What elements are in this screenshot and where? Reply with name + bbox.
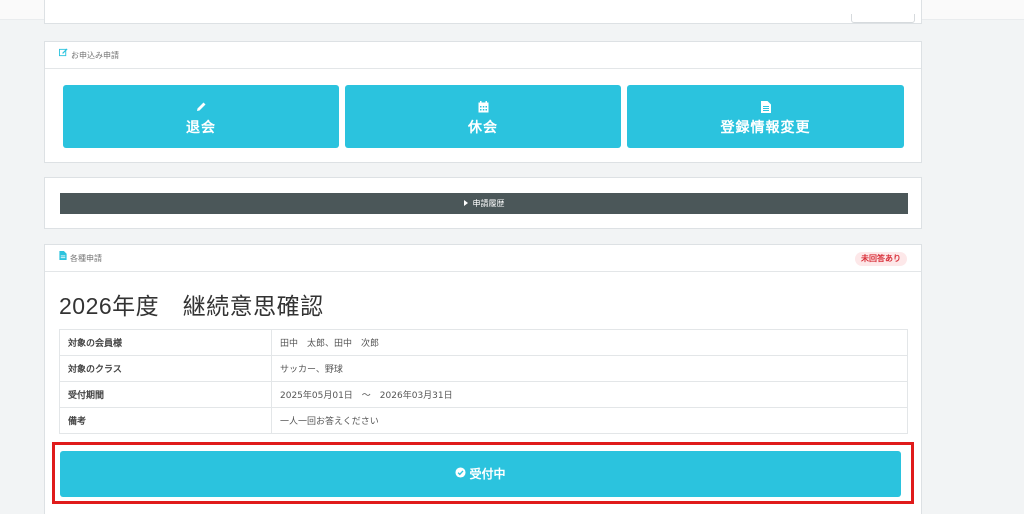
document-icon [760, 100, 771, 113]
withdraw-button[interactable]: 退会 [63, 85, 339, 148]
requests-panel: 各種申請 未回答あり 2026年度 継続意思確認 対象の会員様 田中 太郎、田中… [44, 244, 922, 514]
previous-panel-button[interactable] [851, 14, 915, 23]
pencil-icon [195, 100, 207, 112]
row-value: 2025年05月01日 〜 2026年03月31日 [271, 381, 908, 408]
history-bar-label: 申請履歴 [472, 199, 505, 208]
row-value: 田中 太郎、田中 次郎 [271, 329, 908, 356]
row-key: 備考 [59, 407, 272, 434]
row-key: 対象の会員様 [59, 329, 272, 356]
apply-panel: お申込み申請 退会 休会 登録情報変更 [44, 41, 922, 163]
row-key: 受付期間 [59, 381, 272, 408]
accepting-button[interactable]: 受付中 [60, 451, 901, 497]
caret-right-icon [463, 200, 468, 206]
table-row: 受付期間 2025年05月01日 〜 2026年03月31日 [59, 381, 908, 408]
check-circle-icon [455, 451, 467, 497]
suspend-button-label: 休会 [468, 119, 498, 135]
change-registration-button[interactable]: 登録情報変更 [627, 85, 904, 148]
history-panel: 申請履歴 [44, 177, 922, 229]
accepting-button-label: 受付中 [469, 467, 506, 481]
requests-panel-header: 各種申請 未回答あり [45, 245, 921, 272]
unanswered-badge: 未回答あり [855, 252, 907, 266]
withdraw-button-label: 退会 [186, 119, 216, 135]
edit-icon [59, 41, 68, 68]
apply-panel-header: お申込み申請 [45, 42, 921, 69]
previous-panel [44, 0, 922, 24]
file-icon [59, 244, 67, 271]
row-value: 一人一回お答えください [271, 407, 908, 434]
request-info-table: 対象の会員様 田中 太郎、田中 次郎 対象のクラス サッカー、野球 受付期間 2… [59, 329, 908, 434]
row-value: サッカー、野球 [271, 355, 908, 382]
calendar-icon [478, 100, 489, 113]
history-toggle-bar[interactable]: 申請履歴 [60, 193, 908, 214]
change-registration-button-label: 登録情報変更 [720, 119, 811, 135]
table-row: 対象の会員様 田中 太郎、田中 次郎 [59, 329, 908, 356]
row-key: 対象のクラス [59, 355, 272, 382]
suspend-button[interactable]: 休会 [345, 85, 621, 148]
requests-panel-title: 各種申請 [70, 254, 102, 263]
apply-panel-title: お申込み申請 [71, 51, 119, 60]
table-row: 対象のクラス サッカー、野球 [59, 355, 908, 382]
table-row: 備考 一人一回お答えください [59, 407, 908, 434]
request-title: 2026年度 継続意思確認 [59, 293, 324, 319]
